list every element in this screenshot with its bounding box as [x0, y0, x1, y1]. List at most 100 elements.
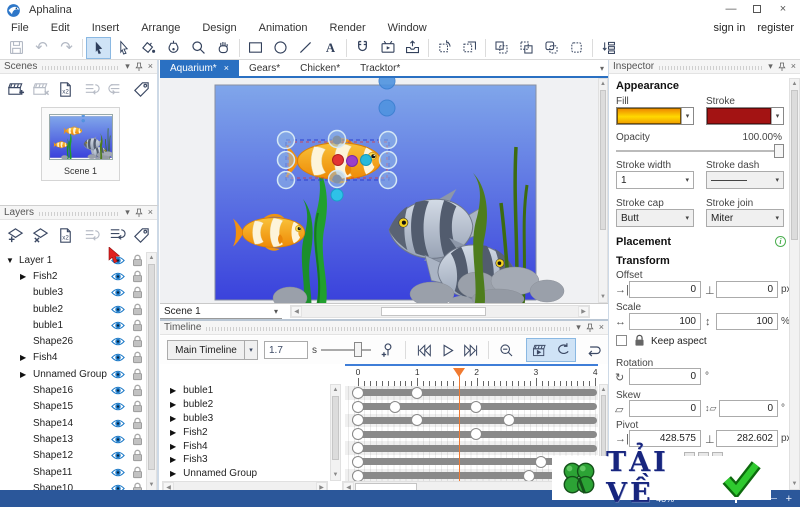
- keyframe-dot[interactable]: [351, 469, 364, 481]
- keyframe-dot[interactable]: [502, 414, 515, 427]
- keyframe-dot[interactable]: [523, 469, 536, 481]
- tab-aquarium[interactable]: Aquarium* ×: [160, 60, 239, 76]
- animation-bar[interactable]: [352, 444, 597, 452]
- scale-y-input[interactable]: 100: [716, 313, 778, 330]
- visibility-eye-icon[interactable]: [108, 418, 128, 429]
- pivot-y-input[interactable]: 282.602: [716, 430, 778, 447]
- opacity-slider[interactable]: [616, 150, 782, 152]
- anchor-point[interactable]: [332, 174, 342, 184]
- lock-icon[interactable]: [128, 286, 146, 299]
- layer-row[interactable]: Shape15: [0, 399, 146, 415]
- close-panel-icon[interactable]: ×: [791, 62, 796, 71]
- current-time-input[interactable]: 1.7: [264, 341, 308, 359]
- transform-skew-button[interactable]: [457, 37, 482, 59]
- delete-scene-button[interactable]: [29, 77, 52, 102]
- stroke-dash-dropdown[interactable]: ▾: [706, 171, 784, 189]
- tab-chicken[interactable]: Chicken*: [290, 60, 350, 76]
- track-expand-arrow[interactable]: ▶: [170, 414, 176, 423]
- layer-expand-arrow[interactable]: ▶: [20, 272, 33, 281]
- duplicate-layer-button[interactable]: x2: [54, 223, 77, 248]
- menu-insert[interactable]: Insert: [81, 22, 131, 34]
- menu-file[interactable]: File: [0, 22, 40, 34]
- pin-icon[interactable]: [135, 208, 143, 218]
- export-button[interactable]: [400, 37, 425, 59]
- stroke-width-dropdown[interactable]: 1 ▾: [616, 171, 694, 189]
- anchor-point[interactable]: [332, 135, 342, 145]
- layer-row[interactable]: ▼ Layer 1: [0, 252, 146, 268]
- track-expand-arrow[interactable]: ▶: [170, 455, 176, 464]
- go-to-end-button[interactable]: [460, 339, 482, 361]
- add-scene-button[interactable]: [4, 77, 27, 102]
- arrange-order-button[interactable]: [596, 37, 621, 59]
- offset-x-input[interactable]: 0: [629, 281, 701, 298]
- rectangle-tool-button[interactable]: [243, 37, 268, 59]
- lock-icon[interactable]: [128, 319, 146, 332]
- add-layer-button[interactable]: [4, 223, 27, 248]
- lock-icon[interactable]: [128, 417, 146, 430]
- direct-select-tool-button[interactable]: [111, 37, 136, 59]
- skew-y-input[interactable]: 0: [719, 400, 778, 417]
- close-panel-icon[interactable]: ×: [148, 62, 153, 71]
- track-lane[interactable]: [345, 413, 598, 428]
- timeline-ruler[interactable]: 0 1 2 3 4: [345, 366, 598, 386]
- lock-icon[interactable]: [128, 466, 146, 479]
- track-expand-arrow[interactable]: ▶: [170, 442, 176, 451]
- intersect-shapes-button[interactable]: [539, 37, 564, 59]
- visibility-eye-icon[interactable]: [108, 467, 128, 478]
- merge-layer-down-button[interactable]: [80, 223, 103, 248]
- layer-row[interactable]: ▶ Unnamed Group: [0, 366, 146, 382]
- visibility-eye-icon[interactable]: [108, 369, 128, 380]
- layer-row[interactable]: buble2: [0, 301, 146, 317]
- visibility-eye-icon[interactable]: [108, 401, 128, 412]
- lock-icon[interactable]: [128, 335, 146, 348]
- track-expand-arrow[interactable]: ▶: [170, 400, 176, 409]
- keyframe-dot[interactable]: [410, 386, 423, 399]
- inspector-scrollbar[interactable]: ▲ ▼: [789, 78, 800, 490]
- track-lane[interactable]: [345, 427, 598, 441]
- pin-icon[interactable]: [135, 62, 143, 72]
- delete-layer-button[interactable]: [29, 223, 52, 248]
- keyframe-dot[interactable]: [351, 428, 364, 441]
- visibility-eye-icon[interactable]: [108, 287, 128, 298]
- lock-icon[interactable]: [128, 384, 146, 397]
- stroke-color-dropdown[interactable]: ▾: [706, 107, 784, 125]
- panel-menu-chevron-icon[interactable]: ▾: [576, 323, 581, 332]
- tab-gears[interactable]: Gears*: [239, 60, 290, 76]
- track-lane[interactable]: [345, 386, 598, 400]
- stroke-cap-dropdown[interactable]: Butt ▾: [616, 209, 694, 227]
- register-link[interactable]: register: [757, 22, 794, 34]
- keyframe-dot[interactable]: [351, 455, 364, 468]
- playhead-handle[interactable]: [452, 368, 465, 377]
- visibility-eye-icon[interactable]: [108, 304, 128, 315]
- scene-thumbnail-card[interactable]: Scene 1: [41, 107, 120, 181]
- timeline-selector-button[interactable]: Main Timeline: [167, 340, 245, 360]
- motion-point-purple[interactable]: [346, 155, 358, 167]
- close-tab-icon[interactable]: ×: [224, 63, 229, 73]
- layer-row[interactable]: Shape10: [0, 480, 146, 490]
- layers-scrollbar[interactable]: ▲ ▼: [146, 252, 157, 490]
- menu-arrange[interactable]: Arrange: [130, 22, 191, 34]
- panel-menu-chevron-icon[interactable]: ▾: [125, 208, 130, 217]
- offset-y-input[interactable]: 0: [716, 281, 778, 298]
- panel-menu-chevron-icon[interactable]: ▾: [125, 62, 130, 71]
- layer-row[interactable]: ▶ Fish2: [0, 268, 146, 284]
- track-name-row[interactable]: ▶ Unnamed Group: [162, 467, 328, 481]
- zoom-out-timeline-button[interactable]: [495, 339, 517, 361]
- layer-row[interactable]: Shape12: [0, 448, 146, 464]
- panel-menu-chevron-icon[interactable]: ▾: [768, 62, 773, 71]
- visibility-eye-icon[interactable]: [108, 320, 128, 331]
- play-once-button[interactable]: [582, 339, 604, 361]
- track-name-row[interactable]: ▶ buble1: [162, 384, 328, 398]
- keyframe-dot[interactable]: [410, 414, 423, 427]
- pivot-x-input[interactable]: 428.575: [629, 430, 701, 447]
- layer-expand-arrow[interactable]: ▼: [6, 256, 19, 265]
- fill-bucket-tool-button[interactable]: [136, 37, 161, 59]
- move-scene-forward-button[interactable]: [105, 77, 128, 102]
- lock-icon[interactable]: [128, 270, 146, 283]
- layer-expand-arrow[interactable]: ▶: [20, 353, 33, 362]
- keyframe-dot[interactable]: [470, 428, 483, 441]
- text-tool-button[interactable]: A: [318, 37, 343, 59]
- track-name-row[interactable]: ▶ Fish2: [162, 425, 328, 439]
- animation-bar[interactable]: [352, 389, 597, 397]
- track-names-scrollbar[interactable]: ▲ ▼: [330, 384, 341, 481]
